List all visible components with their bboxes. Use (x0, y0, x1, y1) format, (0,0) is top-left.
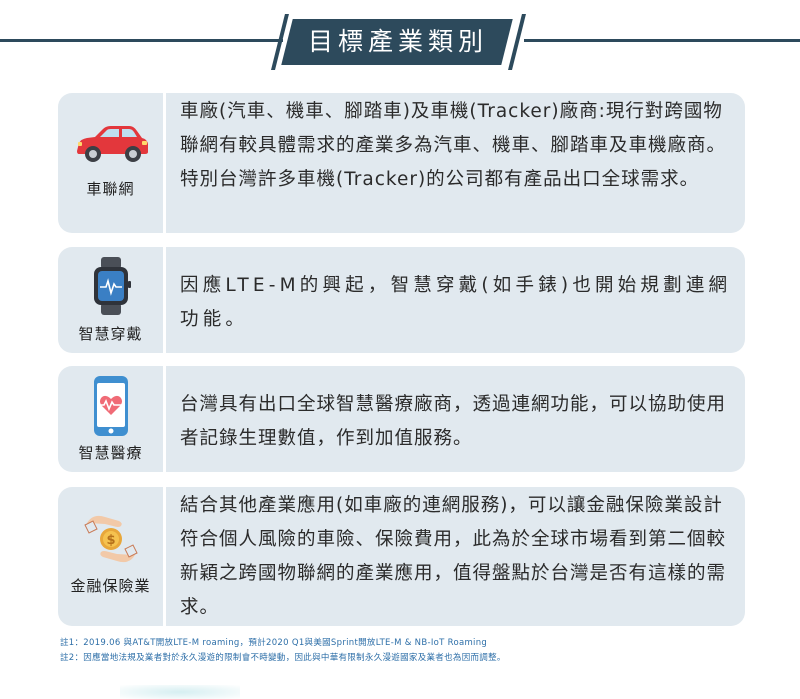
smartwatch-icon (94, 257, 131, 315)
health-phone-icon (94, 376, 128, 436)
category-description: 因應LTE-M的興起，智慧穿戴(如手錶)也開始規劃連網功能。 (180, 275, 732, 330)
footnote-1: 註1：2019.06 與AT&T開放LTE-M roaming，預計2020 Q… (60, 638, 488, 648)
finance-coin-icon: $ (84, 515, 138, 563)
category-description: 台灣具有出口全球智慧醫療廠商，透過連網功能，可以協助使用者記錄生理數值，作到加值… (180, 394, 727, 449)
header-line-left (0, 39, 283, 42)
card-divider (163, 93, 166, 233)
category-label: 金融保險業 (70, 577, 151, 595)
category-card-finance: $ 金融保險業 結合其他產業應用(如車廠的連網服務)，可以讓金融保險業設計符合個… (58, 487, 745, 626)
category-label: 智慧穿戴 (78, 325, 143, 343)
category-card-iov: 車聯網 車廠(汽車、機車、腳踏車)及車機(Tracker)廠商:現行對跨國物聯網… (58, 93, 745, 233)
car-icon (77, 126, 148, 162)
header-line-right (524, 39, 800, 42)
category-card-healthcare: 智慧醫療 台灣具有出口全球智慧醫療廠商，透過連網功能，可以協助使用者記錄生理數值… (58, 366, 745, 472)
card-divider (163, 366, 166, 472)
card-divider (163, 487, 166, 626)
category-description: 結合其他產業應用(如車廠的連網服務)，可以讓金融保險業設計符合個人風險的車險、保… (180, 495, 727, 618)
footnote-2: 註2：因應當地法規及業者對於永久漫遊的限制會不時變動，因此與中華有限制永久漫遊國… (60, 653, 506, 663)
category-label: 智慧醫療 (78, 444, 143, 462)
footnotes: 註1：2019.06 與AT&T開放LTE-M roaming，預計2020 Q… (60, 636, 760, 666)
category-description: 車廠(汽車、機車、腳踏車)及車機(Tracker)廠商:現行對跨國物聯網有較具體… (180, 101, 727, 190)
page-header: 目標產業類別 (0, 0, 800, 80)
category-card-wearable: 智慧穿戴 因應LTE-M的興起，智慧穿戴(如手錶)也開始規劃連網功能。 (58, 247, 745, 353)
page-title: 目標產業類別 (307, 27, 488, 56)
category-label: 車聯網 (86, 180, 135, 198)
card-divider (163, 247, 166, 353)
svg-text:$: $ (106, 533, 115, 548)
